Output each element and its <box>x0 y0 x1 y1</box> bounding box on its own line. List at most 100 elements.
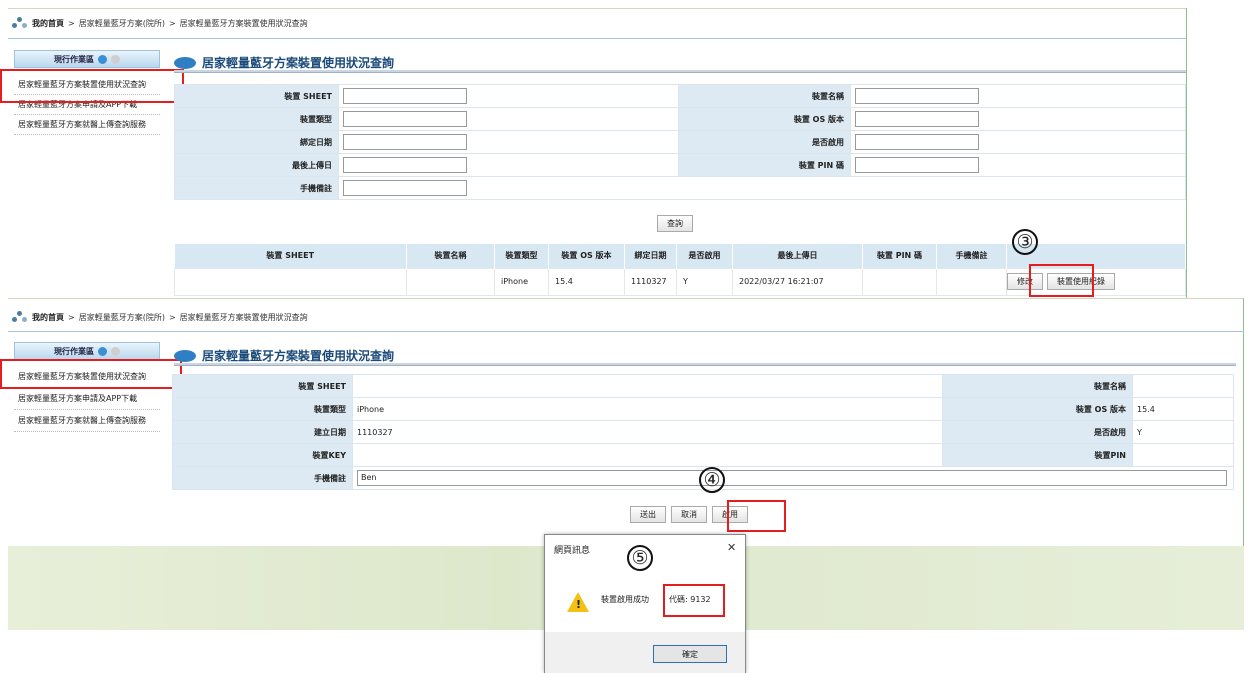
highlight-sidebar-item <box>0 69 184 103</box>
value-pin <box>1132 443 1234 467</box>
title-rule <box>174 363 1236 366</box>
cell-pin <box>850 153 1186 177</box>
row-sheet <box>174 267 407 296</box>
query-button-wrap: 查詢 <box>657 215 693 232</box>
collapse-icon[interactable] <box>111 54 120 64</box>
cell-last-upload <box>338 153 679 177</box>
value-key <box>352 443 943 467</box>
breadcrumb-level2: 居家輕量藍牙方案裝置使用狀況查詢 <box>179 312 308 322</box>
label-bind-date: 綁定日期 <box>174 130 339 154</box>
enabled-input[interactable] <box>855 134 979 150</box>
value-created: 1110327 <box>352 420 943 444</box>
breadcrumb-level1[interactable]: 居家輕量藍牙方案(院所) <box>79 312 165 323</box>
search-form: 裝置 SHEET 裝置名稱 裝置類型 裝置 OS 版本 綁定日期 是否啟用 最後… <box>174 84 1186 200</box>
message-dialog: 網頁訊息 ✕ ⑤ ! 裝置啟用成功 代碼: 9132 確定 <box>544 534 746 673</box>
speech-bubble-icon <box>174 56 196 69</box>
breadcrumb: 我的首頁 > 居家輕量藍牙方案(院所) > 居家輕量藍牙方案裝置使用狀況查詢 <box>12 311 308 323</box>
label-type: 裝置類型 <box>174 107 339 131</box>
label-sheet: 裝置 SHEET <box>172 374 353 398</box>
row-note <box>936 267 1007 296</box>
row-enabled: Y <box>676 267 733 296</box>
label-sheet: 裝置 SHEET <box>174 84 339 108</box>
frame-top <box>8 8 1186 9</box>
label-type: 裝置類型 <box>172 397 353 421</box>
step-3-marker: ③ <box>1012 229 1038 255</box>
label-name: 裝置名稱 <box>942 374 1133 398</box>
highlight-sidebar-item <box>0 359 182 389</box>
close-icon[interactable]: ✕ <box>727 541 736 554</box>
note-input[interactable] <box>343 180 467 196</box>
collapse-icon[interactable] <box>111 346 120 356</box>
ok-button[interactable]: 確定 <box>653 645 727 663</box>
sidebar-header-label: 現行作業區 <box>54 346 94 356</box>
breadcrumb-sep: > <box>68 18 75 28</box>
cell-name <box>850 84 1186 108</box>
cell-sheet <box>338 84 679 108</box>
row-os: 15.4 <box>548 267 625 296</box>
label-enabled: 是否啟用 <box>678 130 851 154</box>
sidebar-item-apply-app[interactable]: 居家輕量藍牙方案申請及APP下載 <box>14 388 160 410</box>
pin-input[interactable] <box>855 157 979 173</box>
label-enabled: 是否啟用 <box>942 420 1133 444</box>
cell-bind-date <box>338 130 679 154</box>
label-note: 手機備註 <box>172 466 353 490</box>
breadcrumb-level2: 居家輕量藍牙方案裝置使用狀況查詢 <box>179 18 308 28</box>
cell-note <box>338 176 1186 200</box>
breadcrumb-home[interactable]: 我的首頁 <box>32 312 64 323</box>
os-input[interactable] <box>855 111 979 127</box>
type-input[interactable] <box>343 111 467 127</box>
label-created: 建立日期 <box>172 420 353 444</box>
submit-button[interactable]: 送出 <box>630 506 666 523</box>
cancel-button[interactable]: 取消 <box>671 506 707 523</box>
highlight-enable-button <box>727 500 786 532</box>
refresh-icon[interactable] <box>98 346 107 356</box>
value-sheet <box>352 374 943 398</box>
name-input[interactable] <box>855 88 979 104</box>
sidebar-header: 現行作業區 <box>14 50 160 68</box>
title-rule <box>174 70 1186 73</box>
row-pin <box>862 267 937 296</box>
frame-top <box>8 298 1244 299</box>
bind-date-input[interactable] <box>343 134 467 150</box>
col-bind-date: 綁定日期 <box>624 244 677 268</box>
sidebar-item-upload-query[interactable]: 居家輕量藍牙方案就醫上傳查詢服務 <box>14 115 160 135</box>
frame-edge <box>1243 298 1244 546</box>
warning-icon: ! <box>567 592 589 612</box>
top-screenshot: 我的首頁 > 居家輕量藍牙方案(院所) > 居家輕量藍牙方案裝置使用狀況查詢 現… <box>0 0 1190 298</box>
row-last-upload: 2022/03/27 16:21:07 <box>732 267 863 296</box>
value-type: iPhone <box>352 397 943 421</box>
page-title-text: 居家輕量藍牙方案裝置使用狀況查詢 <box>202 56 395 70</box>
label-pin: 裝置 PIN 碼 <box>678 153 851 177</box>
query-button[interactable]: 查詢 <box>657 215 693 232</box>
value-os: 15.4 <box>1132 397 1234 421</box>
refresh-icon[interactable] <box>98 54 107 64</box>
page-title-text: 居家輕量藍牙方案裝置使用狀況查詢 <box>202 349 395 363</box>
label-os: 裝置 OS 版本 <box>942 397 1133 421</box>
frame-edge <box>1186 8 1187 298</box>
breadcrumb-sep: > <box>68 312 75 322</box>
cell-note: Ben <box>352 466 1234 490</box>
header-rule <box>8 38 1186 39</box>
sidebar-item-upload-query[interactable]: 居家輕量藍牙方案就醫上傳查詢服務 <box>14 410 160 432</box>
breadcrumb: 我的首頁 > 居家輕量藍牙方案(院所) > 居家輕量藍牙方案裝置使用狀況查詢 <box>12 17 308 29</box>
col-sheet: 裝置 SHEET <box>174 244 407 268</box>
home-icon <box>12 17 28 29</box>
last-upload-input[interactable] <box>343 157 467 173</box>
cell-os <box>850 107 1186 131</box>
step-4-marker: ④ <box>699 467 725 493</box>
sidebar: 現行作業區 <box>14 342 160 360</box>
col-os: 裝置 OS 版本 <box>548 244 625 268</box>
value-enabled: Y <box>1132 420 1234 444</box>
speech-bubble-icon <box>174 349 196 362</box>
col-pin: 裝置 PIN 碼 <box>862 244 937 268</box>
row-bind-date: 1110327 <box>624 267 677 296</box>
col-note: 手機備註 <box>936 244 1007 268</box>
breadcrumb-sep: > <box>168 18 176 28</box>
label-os: 裝置 OS 版本 <box>678 107 851 131</box>
sheet-input[interactable] <box>343 88 467 104</box>
step-5-marker: ⑤ <box>627 545 653 571</box>
breadcrumb-home[interactable]: 我的首頁 <box>32 18 64 29</box>
breadcrumb-level1[interactable]: 居家輕量藍牙方案(院所) <box>79 18 165 29</box>
note-input[interactable]: Ben <box>357 470 1227 486</box>
col-type: 裝置類型 <box>494 244 549 268</box>
